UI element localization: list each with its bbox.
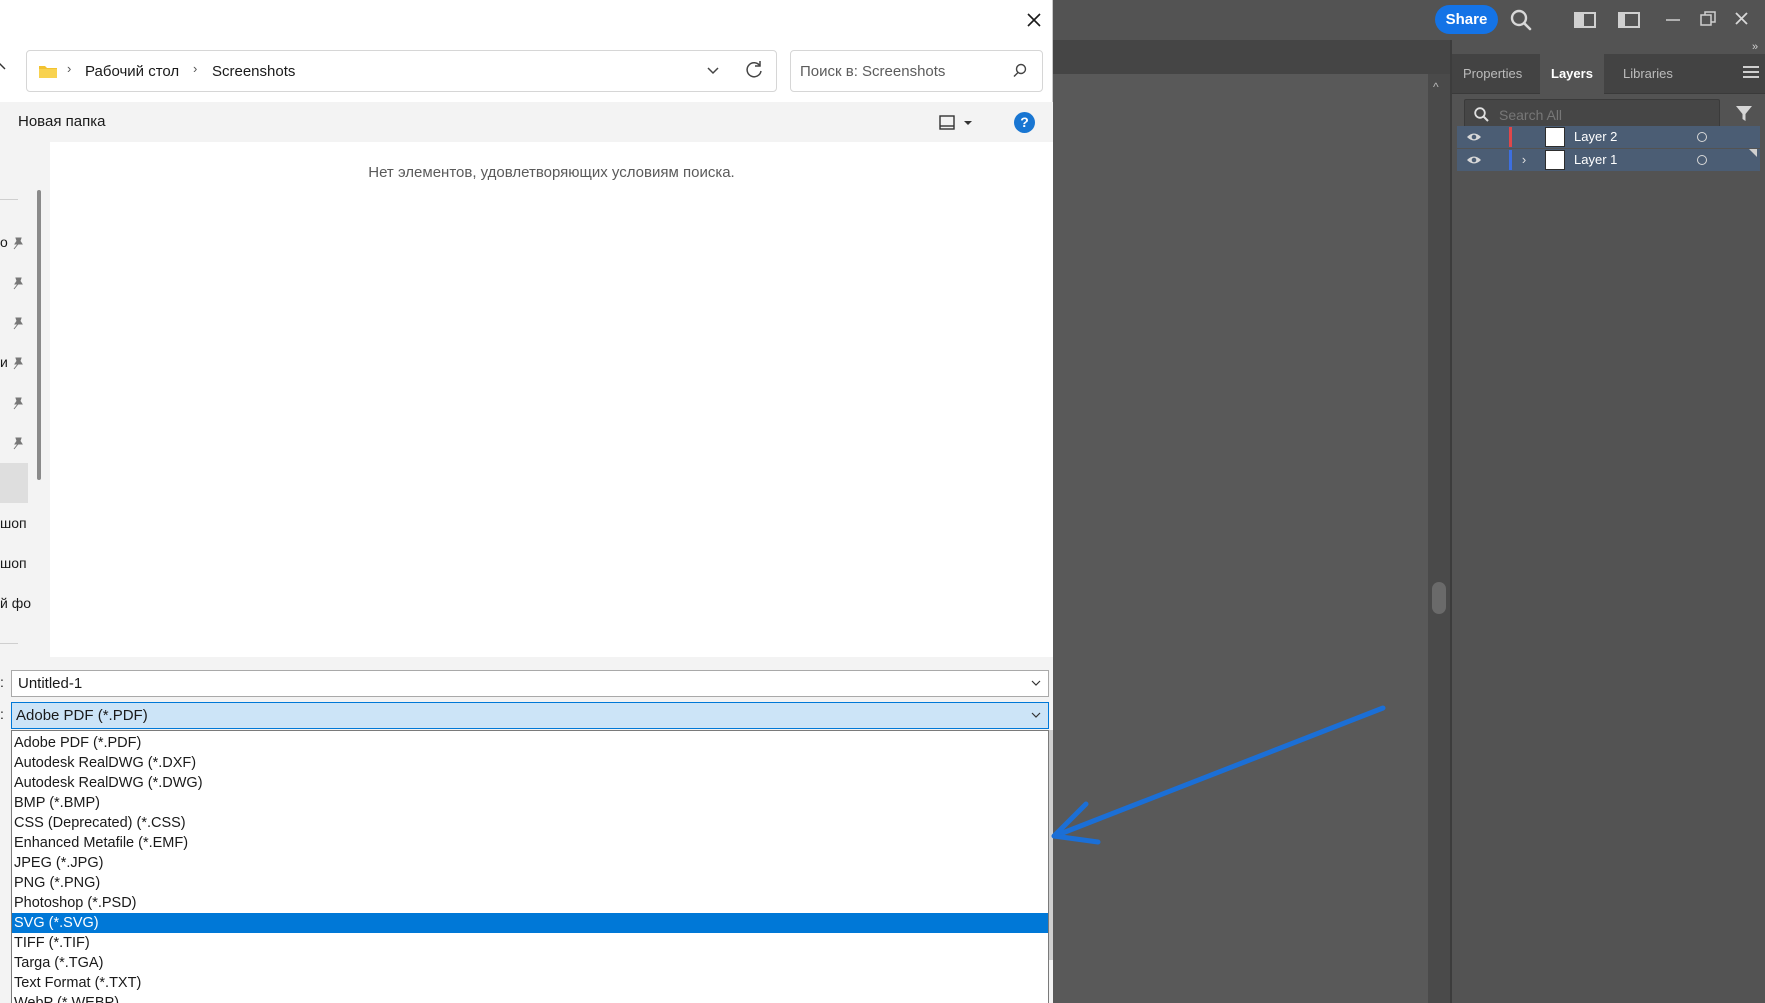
nav-item[interactable]: й фо <box>0 595 31 611</box>
filetype-option[interactable]: Autodesk RealDWG (*.DXF) <box>12 753 1048 773</box>
help-icon[interactable]: ? <box>1014 112 1035 133</box>
annotation-arrow-icon <box>1051 705 1386 845</box>
filetype-value: Adobe PDF (*.PDF) <box>16 707 148 724</box>
filter-icon[interactable] <box>1734 104 1754 124</box>
arrange-icon[interactable] <box>1616 7 1642 33</box>
filetype-option[interactable]: WebP (*.WEBP) <box>12 993 1048 1003</box>
navigation-pane: о и шоп шоп й фо <box>0 142 50 657</box>
filetype-option[interactable]: PNG (*.PNG) <box>12 873 1048 893</box>
chevron-down-icon[interactable] <box>1030 677 1042 689</box>
restore-icon[interactable] <box>1696 7 1722 33</box>
filetype-option[interactable]: Autodesk RealDWG (*.DWG) <box>12 773 1048 793</box>
filetype-option[interactable]: Adobe PDF (*.PDF) <box>12 733 1048 753</box>
filetype-option[interactable]: Photoshop (*.PSD) <box>12 893 1048 913</box>
filetype-option[interactable]: Targa (*.TGA) <box>12 953 1048 973</box>
nav-item[interactable]: о <box>0 234 8 250</box>
close-icon[interactable] <box>1020 6 1048 34</box>
refresh-icon[interactable] <box>741 58 767 82</box>
pin-icon[interactable] <box>11 317 23 330</box>
selection-indicator <box>1749 149 1757 157</box>
layer-row-layer-1[interactable]: › Layer 1 <box>1457 149 1760 171</box>
layer-search-input[interactable] <box>1499 104 1714 126</box>
canvas-scrollbar[interactable]: ^ <box>1428 74 1450 1003</box>
nav-item-selected[interactable] <box>0 463 28 503</box>
filetype-select[interactable]: Adobe PDF (*.PDF) <box>11 702 1049 729</box>
pin-icon[interactable] <box>11 277 23 290</box>
filetype-option[interactable]: Enhanced Metafile (*.EMF) <box>12 833 1048 853</box>
share-button[interactable]: Share <box>1435 5 1498 34</box>
chevron-down-icon[interactable] <box>703 61 723 81</box>
breadcrumb-item-desktop[interactable]: Рабочий стол <box>85 63 179 80</box>
filetype-option[interactable]: TIFF (*.TIF) <box>12 933 1048 953</box>
pin-icon[interactable] <box>11 397 23 410</box>
new-folder-button[interactable]: Новая папка <box>18 113 105 130</box>
empty-message: Нет элементов, удовлетворяющих условиям … <box>368 164 735 181</box>
filetype-option[interactable]: BMP (*.BMP) <box>12 793 1048 813</box>
eye-icon[interactable] <box>1466 130 1482 144</box>
filetype-label: : <box>0 706 4 722</box>
layer-thumbnail <box>1545 127 1565 147</box>
filename-field[interactable]: Untitled-1 <box>11 670 1049 697</box>
filetype-option[interactable]: JPEG (*.JPG) <box>12 853 1048 873</box>
layer-color-bar <box>1509 150 1512 170</box>
search-icon[interactable] <box>1011 62 1029 80</box>
layer-search <box>1464 99 1720 129</box>
layers-panel: » Properties Layers Libraries Layer 2 › … <box>1452 40 1765 1003</box>
up-arrow-icon[interactable] <box>0 58 10 78</box>
nav-divider <box>0 643 18 644</box>
chevron-right-icon[interactable]: › <box>1517 151 1531 169</box>
pin-icon[interactable] <box>11 237 23 250</box>
layer-target-icon[interactable] <box>1697 155 1707 165</box>
tab-libraries[interactable]: Libraries <box>1612 54 1684 94</box>
artboard-canvas[interactable] <box>1053 74 1428 1003</box>
filetype-option[interactable]: Text Format (*.TXT) <box>12 973 1048 993</box>
address-bar[interactable]: › Рабочий стол › Screenshots <box>26 50 777 92</box>
window-close-icon[interactable] <box>1730 7 1756 33</box>
breadcrumb-item-screenshots[interactable]: Screenshots <box>212 63 295 80</box>
view-icon[interactable] <box>938 113 982 133</box>
layer-name: Layer 1 <box>1574 152 1618 167</box>
workspace-icon[interactable] <box>1572 7 1598 33</box>
nav-item[interactable]: и <box>0 354 8 370</box>
scroll-thumb[interactable] <box>1432 582 1446 614</box>
search-icon[interactable] <box>1508 7 1534 33</box>
scroll-up-icon[interactable]: ^ <box>1433 80 1439 94</box>
eye-icon[interactable] <box>1466 153 1482 167</box>
panel-tabs: Properties Layers Libraries <box>1452 54 1765 94</box>
layer-thumbnail <box>1545 150 1565 170</box>
nav-scrollbar[interactable] <box>37 190 41 480</box>
filename-value: Untitled-1 <box>18 675 83 692</box>
pin-icon[interactable] <box>11 357 23 370</box>
command-bar: Новая папка ? <box>0 102 1053 142</box>
search-input[interactable] <box>800 61 1000 81</box>
layer-name: Layer 2 <box>1574 129 1618 144</box>
search-icon <box>1474 107 1489 122</box>
nav-divider <box>0 199 18 200</box>
pin-icon[interactable] <box>11 437 23 450</box>
filetype-option-selected[interactable]: SVG (*.SVG) <box>12 913 1048 933</box>
search-box <box>790 50 1043 92</box>
layer-target-icon[interactable] <box>1697 132 1707 142</box>
layer-row-layer-2[interactable]: Layer 2 <box>1457 126 1760 148</box>
filetype-option[interactable]: CSS (Deprecated) (*.CSS) <box>12 813 1048 833</box>
filename-label: : <box>0 674 4 690</box>
folder-icon <box>39 66 57 78</box>
breadcrumb-separator: › <box>193 61 198 76</box>
file-list[interactable]: Нет элементов, удовлетворяющих условиям … <box>50 142 1053 657</box>
panel-menu-icon[interactable] <box>1743 66 1759 80</box>
filetype-dropdown-list: Adobe PDF (*.PDF) Autodesk RealDWG (*.DX… <box>11 730 1049 1003</box>
nav-item[interactable]: шоп <box>0 515 27 531</box>
document-tab-bar <box>1053 40 1450 74</box>
minimize-icon[interactable] <box>1661 7 1687 33</box>
tab-properties[interactable]: Properties <box>1452 54 1533 94</box>
breadcrumb-separator: › <box>67 61 72 76</box>
layer-color-bar <box>1509 127 1512 147</box>
collapse-panel-icon[interactable]: » <box>1745 40 1765 54</box>
tab-layers[interactable]: Layers <box>1540 54 1604 94</box>
nav-item[interactable]: шоп <box>0 555 27 571</box>
